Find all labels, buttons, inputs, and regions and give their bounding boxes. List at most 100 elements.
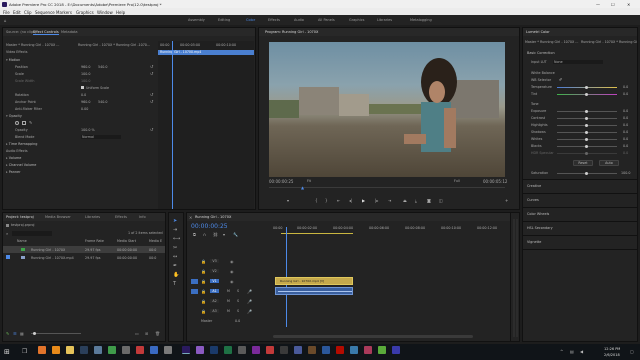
menu-window[interactable]: Window — [97, 10, 113, 15]
vlc-icon[interactable] — [52, 346, 60, 354]
onenote-icon[interactable] — [252, 346, 260, 354]
col-media-start[interactable]: Media Start — [117, 239, 136, 243]
track-lock-icon[interactable]: 🔒 — [201, 309, 206, 314]
taskview-icon[interactable]: ❒ — [22, 348, 27, 355]
auto-button[interactable]: Auto — [599, 160, 619, 166]
app-icon[interactable] — [164, 346, 172, 354]
acrobat-icon[interactable] — [336, 346, 344, 354]
app-icon[interactable] — [238, 346, 246, 354]
track-label[interactable]: V1 — [210, 279, 219, 283]
list-item[interactable]: Running Girl - 1070X.mp4 29.97 fps 00:00… — [3, 254, 165, 261]
microphone-icon[interactable]: 🎤 — [247, 309, 252, 314]
app-icon[interactable] — [150, 346, 158, 354]
microphone-icon[interactable]: 🎤 — [247, 289, 252, 294]
reset-icon[interactable]: ↺ — [150, 64, 153, 69]
program-scrub-bar[interactable] — [269, 187, 505, 190]
workspace-libraries[interactable]: Libraries — [377, 18, 392, 22]
menu-markers[interactable]: Markers — [56, 10, 72, 15]
mask-pen-icon[interactable]: ✎ — [29, 120, 32, 125]
comparison-view-icon[interactable]: ◫ — [439, 198, 443, 203]
highlights-slider[interactable] — [557, 124, 617, 127]
home-icon[interactable]: ⌂ — [4, 18, 7, 23]
vignette-section[interactable]: Vignette — [527, 240, 541, 244]
app-icon[interactable] — [392, 346, 400, 354]
selection-tool-icon[interactable]: ➤ — [173, 218, 177, 224]
search-icon[interactable]: ⌕ — [6, 231, 8, 236]
step-back-icon[interactable]: ◂| — [349, 198, 352, 203]
app-icon[interactable] — [280, 346, 288, 354]
go-to-in-icon[interactable]: ⇤ — [337, 198, 340, 203]
rotation-value[interactable]: 0.0 — [81, 93, 86, 97]
pen-tool-icon[interactable]: ✒ — [173, 263, 177, 269]
blend-mode-select[interactable]: Normal — [81, 135, 121, 139]
list-view-icon[interactable]: ☰ — [13, 331, 17, 336]
track-label[interactable]: V2 — [210, 269, 219, 273]
windows-start-icon[interactable]: ⊞ — [4, 348, 10, 356]
track-lock-icon[interactable]: 🔒 — [201, 279, 206, 284]
track-select-tool-icon[interactable]: ⇥ — [173, 227, 177, 233]
workspace-color[interactable]: Color — [246, 18, 255, 22]
blacks-value[interactable]: 0.0 — [623, 144, 628, 148]
slider-knob[interactable] — [585, 145, 588, 148]
reset-icon[interactable]: ↺ — [150, 127, 153, 132]
ripple-edit-tool-icon[interactable]: ⟷ — [173, 236, 180, 242]
contrast-value[interactable]: 0.0 — [623, 116, 628, 120]
track-label[interactable]: A2 — [210, 299, 219, 303]
workspace-effects[interactable]: Effects — [268, 18, 280, 22]
add-marker-icon[interactable]: ▾ — [223, 232, 225, 237]
uniform-scale-checkbox[interactable] — [81, 86, 84, 89]
eyedropper-icon[interactable]: ✐ — [559, 77, 562, 82]
photoshop-icon[interactable] — [210, 346, 218, 354]
input-lut-select[interactable]: None — [553, 60, 603, 64]
blacks-slider[interactable] — [557, 145, 617, 148]
shadows-slider[interactable] — [557, 131, 617, 134]
app-icon[interactable] — [122, 346, 130, 354]
clock-time[interactable]: 12:26 PM — [604, 347, 620, 351]
go-to-out-icon[interactable]: ⇥ — [388, 198, 391, 203]
master-volume-value[interactable]: 0.0 — [235, 319, 240, 323]
workspace-metalogging[interactable]: Metalogging — [410, 18, 432, 22]
highlights-value[interactable]: 0.0 — [623, 123, 628, 127]
basic-correction-heading[interactable]: Basic Correction — [527, 51, 555, 55]
lumetri-sequence-label[interactable]: Running Girl - 1070X * Running Girl... — [581, 40, 637, 44]
work-area-bar[interactable] — [281, 233, 353, 234]
tab-effects[interactable]: Effects — [115, 215, 127, 219]
master-clip-label[interactable]: Master * Running Girl - 1070X ... — [6, 43, 76, 47]
microphone-icon[interactable]: 🎤 — [247, 299, 252, 304]
razor-tool-icon[interactable]: ✂ — [173, 245, 177, 251]
reset-button[interactable]: Reset — [573, 160, 593, 166]
anchor-x-value[interactable]: 960.0 — [81, 100, 90, 104]
slider-knob[interactable] — [585, 131, 588, 134]
hdr-specular-value[interactable]: 0.0 — [623, 151, 628, 155]
snap-icon[interactable]: ∩ — [203, 232, 206, 237]
slider-knob[interactable] — [585, 138, 588, 141]
hdr-specular-slider[interactable] — [557, 152, 617, 155]
slider-knob[interactable] — [585, 86, 588, 89]
workspace-audio[interactable]: Audio — [294, 18, 304, 22]
scale-width-value[interactable]: 100.0 — [81, 79, 90, 83]
app-icon[interactable] — [94, 346, 102, 354]
app-icon[interactable] — [294, 346, 302, 354]
menu-file[interactable]: File — [3, 10, 10, 15]
mute-button[interactable]: M — [227, 289, 230, 293]
network-icon[interactable]: ▤ — [570, 349, 574, 354]
icon-view-icon[interactable]: ▦ — [20, 331, 24, 336]
tab-sequence[interactable]: Running Girl - 1070X — [195, 215, 231, 219]
mute-button[interactable]: M — [227, 299, 230, 303]
temperature-slider[interactable] — [557, 86, 617, 89]
whites-value[interactable]: 0.0 — [623, 137, 628, 141]
maximize-button[interactable]: ☐ — [611, 2, 615, 7]
tray-chevron-icon[interactable]: ^ — [560, 349, 563, 354]
tab-info[interactable]: Info — [139, 215, 146, 219]
workspace-all-panels[interactable]: All Panels — [318, 18, 335, 22]
solo-button[interactable]: S — [237, 289, 239, 293]
track-label[interactable]: A3 — [210, 309, 219, 313]
workspace-graphics[interactable]: Graphics — [349, 18, 364, 22]
type-tool-icon[interactable]: T — [173, 281, 176, 287]
contrast-slider[interactable] — [557, 117, 617, 120]
app-icon[interactable] — [364, 346, 372, 354]
menu-sequence[interactable]: Sequence — [35, 10, 55, 15]
program-current-time[interactable]: 00:00:00:25 — [269, 179, 293, 184]
tint-slider[interactable] — [557, 93, 617, 96]
volume-icon[interactable]: ◀ — [580, 349, 583, 354]
